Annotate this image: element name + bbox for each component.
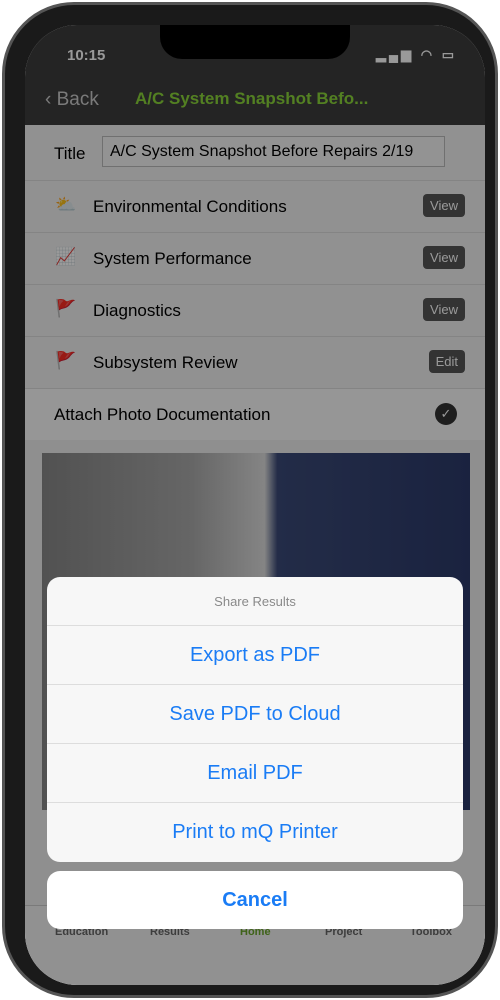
notch: [160, 25, 350, 59]
email-pdf-button[interactable]: Email PDF: [47, 744, 463, 803]
print-mq-printer-button[interactable]: Print to mQ Printer: [47, 803, 463, 862]
screen: 10:15 ▂▄▆ ◠ ▭ ‹ Back A/C System Snapshot…: [25, 25, 485, 985]
save-pdf-cloud-button[interactable]: Save PDF to Cloud: [47, 685, 463, 744]
share-action-sheet: Share Results Export as PDF Save PDF to …: [47, 577, 463, 862]
export-pdf-button[interactable]: Export as PDF: [47, 626, 463, 685]
phone-frame: 10:15 ▂▄▆ ◠ ▭ ‹ Back A/C System Snapshot…: [2, 2, 498, 998]
cancel-button[interactable]: Cancel: [47, 871, 463, 929]
sheet-title: Share Results: [47, 577, 463, 626]
